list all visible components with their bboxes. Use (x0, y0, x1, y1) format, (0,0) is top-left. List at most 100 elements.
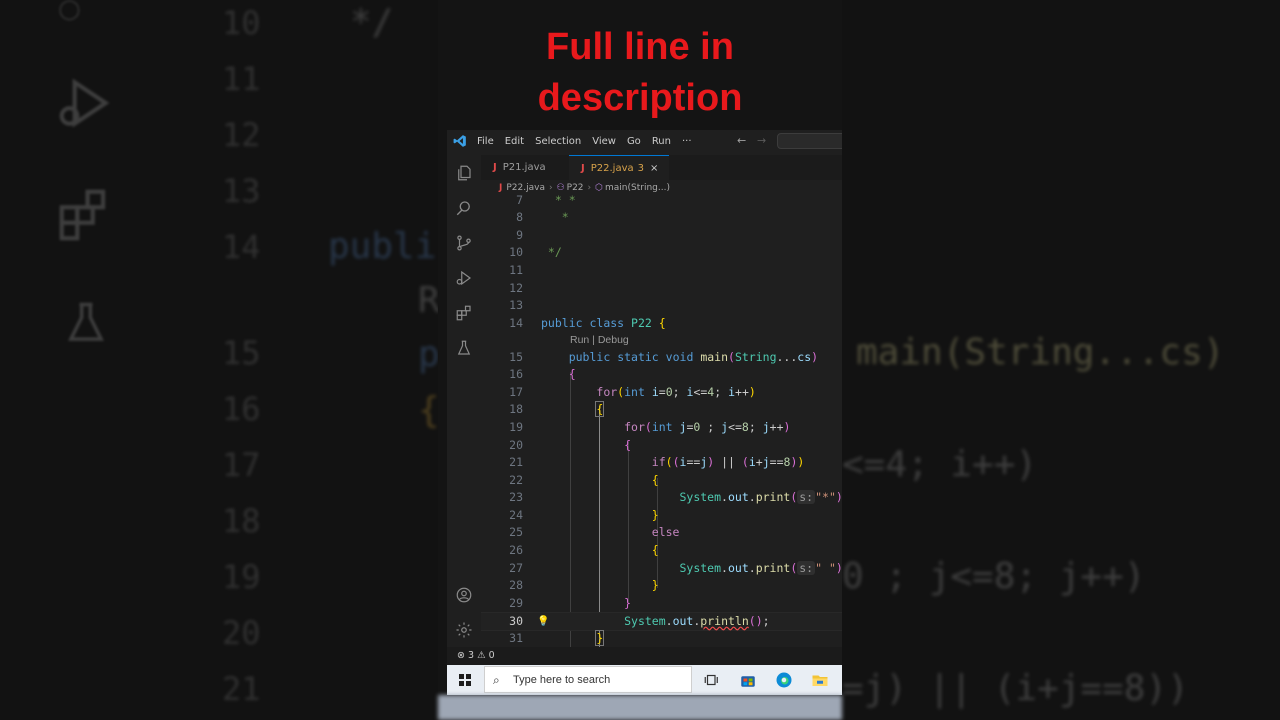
code-line: 17 for(int i=0; i<=4; i++) (509, 385, 756, 399)
code-line: 18 { (509, 401, 605, 417)
tab-p22-java[interactable]: J P22.java 3 × (569, 155, 669, 181)
code-line: 29 } (509, 596, 632, 610)
account-icon[interactable] (455, 586, 473, 604)
code-line: 14 public class P22 { (509, 316, 666, 330)
code-line: 21 if((i==j) || (i+j==8)) (509, 455, 805, 469)
blurred-background-right: main(String...cs) <=4; i++) 0 ; j<=8; j+… (842, 0, 1280, 720)
bg-code-fragment: =j) || (i+j==8)) (842, 668, 1189, 709)
windows-taskbar: ⌕ Type here to search (447, 665, 842, 695)
tab-p21-java[interactable]: J P21.java (481, 155, 582, 180)
code-line: 8 * (516, 210, 569, 224)
codelens[interactable]: Run | Debug (481, 332, 842, 349)
menu-selection[interactable]: Selection (535, 136, 581, 147)
run-debug-icon[interactable] (455, 269, 473, 287)
code-line: 12 (509, 281, 523, 295)
bg-line-number: 19 (222, 558, 261, 596)
back-arrow-icon[interactable]: ← (737, 134, 746, 147)
settings-gear-icon[interactable] (455, 621, 473, 639)
code-line: 16 { (509, 367, 576, 381)
blurred-desktop-strip (438, 695, 842, 720)
bg-code-fragment: <=4; i++) (842, 444, 1038, 485)
menu-more[interactable]: ··· (682, 136, 692, 147)
problems-indicator[interactable]: ⊗ 3 ⚠ 0 (457, 650, 495, 661)
search-icon: ⌕ (493, 673, 500, 687)
status-bar: ⊗ 3 ⚠ 0 (447, 647, 842, 665)
code-line: 20 { (509, 438, 632, 452)
code-line: 13 (509, 298, 523, 312)
code-line: 23 System.out.print(s:"*") (509, 490, 842, 504)
code-line: 31 } (509, 630, 605, 646)
code-line: 15 public static void main(String...cs) (509, 350, 819, 364)
testing-icon[interactable] (455, 339, 473, 357)
code-line: 9 (516, 228, 523, 242)
bg-code-fragment: p (418, 334, 438, 375)
forward-arrow-icon[interactable]: → (757, 134, 766, 147)
windows-start-icon[interactable] (459, 674, 471, 686)
code-line: 22 { (509, 473, 659, 487)
menu-view[interactable]: View (592, 136, 616, 147)
search-icon[interactable] (455, 199, 473, 217)
run-debug-icon (54, 72, 116, 138)
menu-file[interactable]: File (477, 136, 494, 147)
bg-code-fragment: { (418, 390, 438, 431)
tab-label: P21.java (502, 162, 546, 173)
problem-count-badge: 3 (637, 163, 644, 174)
current-code-line: 30 💡 System.out.println(); (481, 612, 842, 631)
bg-code-fragment: publi (328, 226, 437, 267)
editor-tabs: J P21.java J P22.java 3 × (481, 155, 842, 181)
vscode-window: File Edit Selection View Go Run ··· ← → (447, 130, 842, 665)
code-line: 10 */ (509, 245, 562, 259)
java-file-icon: J (581, 163, 585, 174)
overlay-title-line1: Full line in (546, 26, 734, 68)
bg-line-number: 14 (222, 228, 261, 266)
bg-code-fragment: 0 ; j<=8; j++) (842, 556, 1146, 597)
code-line: 7 * * (516, 193, 576, 207)
menu-go[interactable]: Go (627, 136, 641, 147)
testing-icon (60, 296, 112, 356)
bg-line-number: 18 (222, 502, 261, 540)
code-line: 27 System.out.print(s:" ") (509, 561, 842, 575)
explorer-icon[interactable] (455, 164, 473, 182)
bg-line-number: 16 (222, 390, 261, 428)
warning-icon: ⚠ (477, 650, 486, 661)
code-line: 28 } (509, 578, 659, 592)
java-file-icon: J (493, 162, 497, 173)
gear-icon: ○ (58, 0, 81, 24)
bg-code-fragment: main(String...cs) (856, 332, 1225, 373)
close-icon[interactable]: × (650, 163, 658, 174)
bg-line-number: 10 (222, 4, 261, 42)
store-icon[interactable] (739, 671, 757, 689)
bg-line-number: 15 (222, 334, 261, 372)
overlay-title: Full line in description (438, 22, 842, 124)
command-center-search[interactable] (777, 133, 842, 149)
bg-code-fragment: R (418, 280, 438, 321)
run-debug-codelens[interactable]: Run | Debug (570, 332, 629, 349)
code-editor[interactable]: 7 * * 8 * 9 10 */ 11 12 13 14 public clas… (481, 193, 842, 647)
error-count: 3 (468, 650, 475, 661)
file-explorer-icon[interactable] (811, 671, 829, 689)
tab-label: P22.java (590, 163, 634, 174)
taskbar-search-box[interactable]: ⌕ Type here to search (484, 666, 692, 693)
extensions-icon (54, 184, 116, 250)
bg-line-number: 11 (222, 60, 261, 98)
bg-code-fragment: */ (350, 2, 394, 43)
overlay-title-line2: description (537, 77, 743, 119)
bg-line-number: 17 (222, 446, 261, 484)
blurred-background-left: ○ 10 11 12 13 14 15 16 17 18 19 20 21 */… (0, 0, 438, 720)
bg-line-number: 12 (222, 116, 261, 154)
code-line: 19 for(int j=0 ; j<=8; j++) (509, 420, 791, 434)
code-line: 25 else (509, 525, 680, 539)
bg-line-number: 13 (222, 172, 261, 210)
extensions-icon[interactable] (455, 304, 473, 322)
code-line: 11 (509, 263, 523, 277)
edge-icon[interactable] (775, 671, 793, 689)
bg-line-number: 20 (222, 614, 261, 652)
menu-edit[interactable]: Edit (505, 136, 524, 147)
bg-line-number: 21 (222, 670, 261, 708)
task-view-icon[interactable] (703, 671, 721, 689)
search-placeholder: Type here to search (513, 674, 611, 686)
code-line: 24 } (509, 508, 659, 522)
menu-run[interactable]: Run (652, 136, 671, 147)
menu-bar: File Edit Selection View Go Run ··· ← → (447, 130, 842, 152)
source-control-icon[interactable] (455, 234, 473, 252)
